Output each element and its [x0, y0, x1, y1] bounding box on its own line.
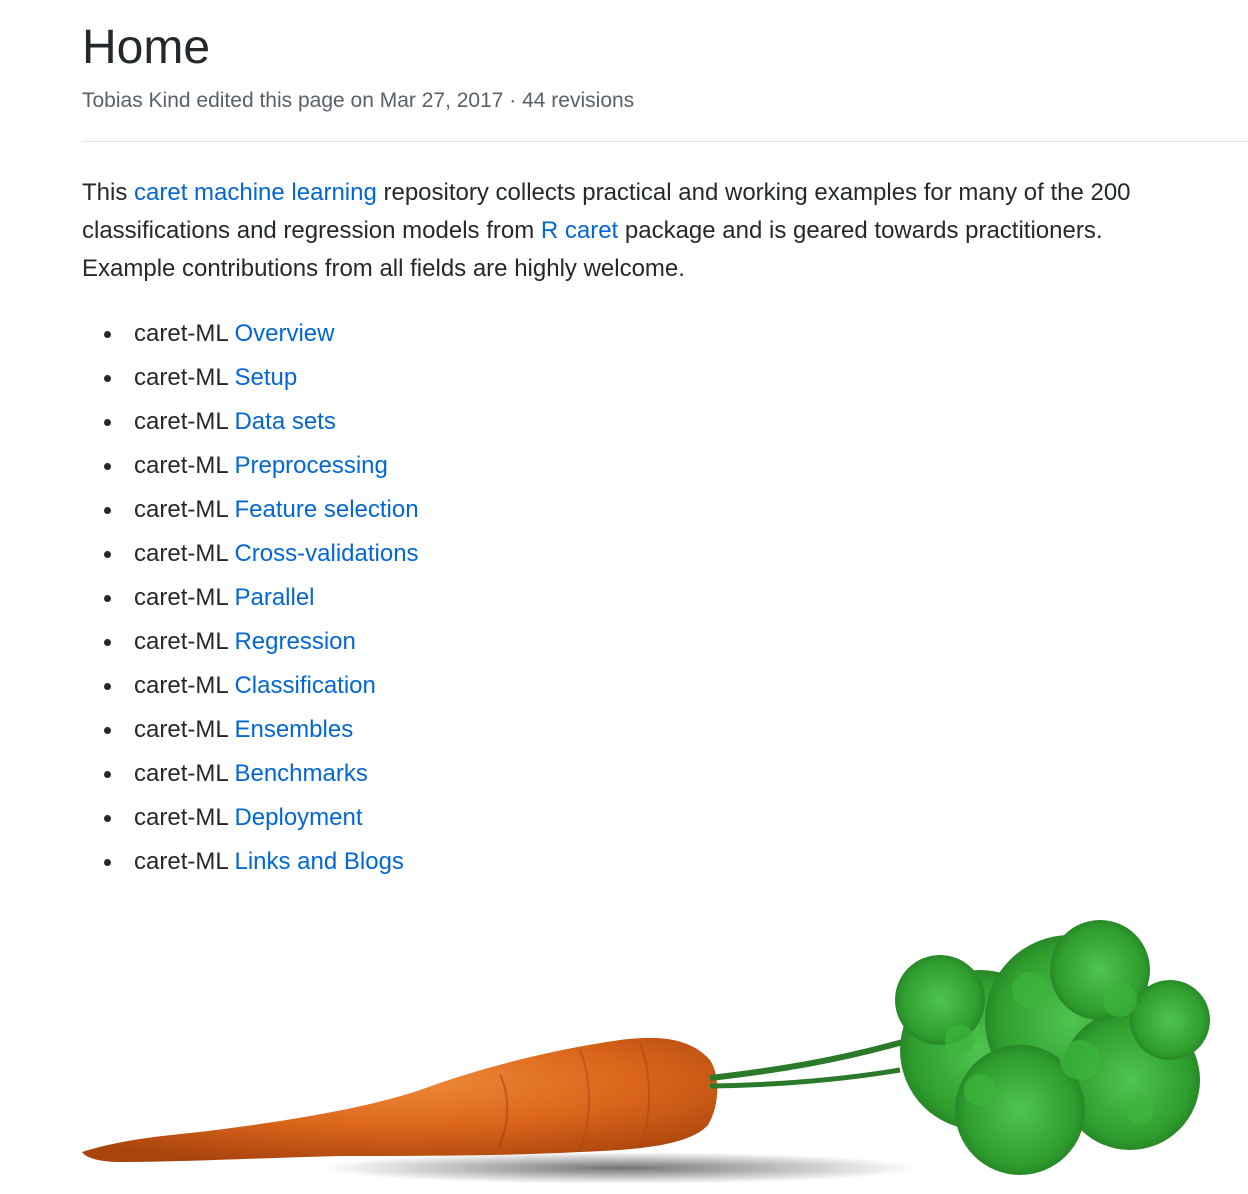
list-item-prefix: caret-ML [134, 584, 228, 611]
link-ensembles[interactable]: Ensembles [234, 716, 353, 743]
link-parallel[interactable]: Parallel [234, 584, 314, 611]
page-meta: Tobias Kind edited this page on Mar 27, … [82, 89, 635, 112]
bullet-icon [104, 639, 111, 646]
link-regression[interactable]: Regression [234, 628, 355, 655]
carrot-body [82, 1037, 718, 1162]
bullet-icon [104, 507, 111, 514]
list-item-prefix: caret-ML [134, 540, 228, 567]
bullet-icon [104, 419, 111, 426]
bullet-icon [104, 683, 111, 690]
list-item-prefix: caret-ML [134, 716, 228, 743]
r-caret-link[interactable]: R caret [541, 217, 618, 244]
link-cross-validations[interactable]: Cross-validations [234, 540, 418, 567]
link-deployment[interactable]: Deployment [234, 804, 362, 831]
list-item-prefix: caret-ML [134, 496, 228, 523]
list-item-prefix: caret-ML [134, 408, 228, 435]
wiki-page: Home Tobias Kind edited this page on Mar… [0, 0, 1248, 1194]
link-benchmarks[interactable]: Benchmarks [234, 760, 367, 787]
list-item-prefix: caret-ML [134, 452, 228, 479]
caret-machine-learning-link[interactable]: caret machine learning [134, 179, 377, 206]
divider [82, 141, 1248, 142]
carrot-image [82, 920, 1210, 1184]
link-classification[interactable]: Classification [234, 672, 375, 699]
bullet-icon [104, 551, 111, 558]
list-item-prefix: caret-ML [134, 364, 228, 391]
link-links-and-blogs[interactable]: Links and Blogs [234, 848, 403, 875]
bullet-icon [104, 727, 111, 734]
bullet-icon [104, 375, 111, 382]
bullet-icon [104, 815, 111, 822]
list-item-prefix: caret-ML [134, 760, 228, 787]
link-overview[interactable]: Overview [234, 320, 334, 347]
bullet-icon [104, 331, 111, 338]
list-item-prefix: caret-ML [134, 320, 228, 347]
link-data-sets[interactable]: Data sets [234, 408, 335, 435]
link-setup[interactable]: Setup [234, 364, 297, 391]
link-preprocessing[interactable]: Preprocessing [234, 452, 387, 479]
bullet-icon [104, 595, 111, 602]
bullet-icon [104, 771, 111, 778]
list-item-prefix: caret-ML [134, 628, 228, 655]
list-item-prefix: caret-ML [134, 804, 228, 831]
list-item-prefix: caret-ML [134, 848, 228, 875]
bullet-icon [104, 859, 111, 866]
list-item-prefix: caret-ML [134, 672, 228, 699]
carrot-shadow [320, 1152, 920, 1184]
bullet-icon [104, 463, 111, 470]
link-feature-selection[interactable]: Feature selection [234, 496, 418, 523]
intro-paragraph: This caret machine learning repository c… [82, 174, 1192, 288]
carrot-leaves [895, 920, 1210, 1175]
intro-text-1: This [82, 179, 135, 206]
page-title: Home [82, 21, 211, 74]
